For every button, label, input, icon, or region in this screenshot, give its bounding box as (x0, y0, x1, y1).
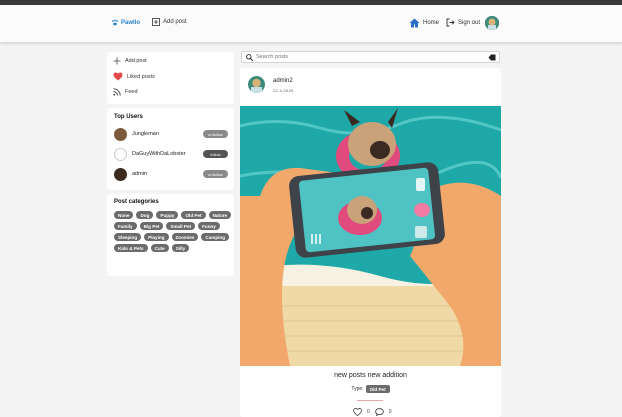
logo[interactable]: Pawllo (111, 19, 140, 27)
user-name[interactable]: admin (132, 171, 147, 177)
rss-icon (113, 88, 121, 96)
sidebar-item-add-post[interactable]: Add post (113, 57, 147, 65)
nav-home-label: Home (423, 20, 440, 26)
sidebar-menu: Add post Liked posts Feed (107, 52, 234, 104)
sidebar-item-liked-posts[interactable]: Liked posts (113, 72, 155, 81)
user-avatar[interactable] (485, 16, 499, 30)
category-tag[interactable]: Small Pet (166, 222, 196, 230)
logo-text: Pawllo (121, 20, 141, 26)
post-image (240, 106, 501, 366)
post-author-avatar[interactable] (248, 76, 265, 93)
user-name[interactable]: DaGuyWithDaLobster (132, 151, 186, 157)
category-tag[interactable]: Playing (144, 233, 169, 241)
nav-home[interactable]: Home (409, 18, 439, 28)
sidebar-item-label: Feed (125, 89, 138, 95)
nav-sign-out-label: Sign out (458, 19, 481, 26)
paw-icon (112, 19, 118, 26)
category-tag[interactable]: Camping (201, 233, 230, 241)
categories-panel: Post categories None Dog Puppy Old Pet Natur… (107, 194, 234, 276)
sidebar-item-label: Add post (125, 58, 147, 64)
avatar-image (248, 76, 265, 93)
nav-add-post-label: Add post (163, 19, 187, 25)
user-name[interactable]: Jungleman (132, 131, 159, 137)
comment-icon[interactable] (374, 408, 384, 416)
post-divider (357, 400, 383, 401)
sidebar-item-feed[interactable]: Feed (113, 88, 138, 96)
follow-button[interactable]: follow (203, 150, 228, 158)
sign-out-icon (446, 18, 455, 27)
heart-icon (113, 72, 123, 81)
category-tag[interactable]: Kids & Pets (114, 244, 148, 252)
post-author[interactable]: admin2 (273, 78, 293, 84)
categories-title: Post categories (114, 199, 159, 205)
category-tag[interactable]: Dog (136, 211, 154, 219)
category-tag[interactable]: None (114, 211, 134, 219)
sidebar-item-label: Liked posts (127, 73, 155, 80)
category-tag[interactable]: Silly (171, 244, 190, 252)
category-tag[interactable]: Old Pet (181, 211, 206, 219)
plus-icon (113, 57, 121, 65)
avatar[interactable] (114, 167, 127, 181)
post-date: 22.4.2020 (273, 88, 294, 93)
category-tag[interactable]: Cute (150, 244, 169, 252)
search-icon (246, 53, 253, 61)
like-icon[interactable] (353, 408, 362, 416)
post-type: Type: Old Pet (240, 385, 501, 393)
nav-sign-out[interactable]: Sign out (446, 18, 480, 27)
category-tag[interactable]: Nature (208, 211, 232, 219)
like-count: 0 (367, 409, 370, 415)
avatar-image (485, 16, 499, 30)
category-tag[interactable]: Sleeping (114, 233, 142, 241)
navbar: Pawllo Add post Home Sign out (0, 5, 622, 43)
category-tags: None Dog Puppy Old Pet Nature Family Big Pet Sm… (114, 211, 232, 252)
search-input[interactable] (256, 54, 476, 60)
home-icon (409, 18, 420, 28)
top-user-row: Jungleman unfollow (114, 127, 228, 141)
add-box-icon (152, 18, 160, 26)
avatar[interactable] (114, 127, 127, 141)
unfollow-button[interactable]: unfollow (203, 130, 228, 138)
top-users-panel: Top Users Jungleman unfollow DaGuyWithDa… (107, 108, 234, 190)
category-tag[interactable]: Zoomies (171, 233, 199, 241)
post-type-tag[interactable]: Old Pet (365, 385, 390, 393)
comment-count: 0 (388, 409, 392, 415)
post-actions: 0 0 (353, 408, 392, 416)
top-user-row: admin unfollow (114, 167, 228, 181)
category-tag[interactable]: Big Pet (139, 222, 164, 230)
post-type-label: Type: (351, 386, 364, 392)
top-users-title: Top Users (114, 114, 143, 120)
top-user-row: DaGuyWithDaLobster follow (114, 147, 228, 161)
post-card: admin2 22.4.2020 new posts new addition … (240, 68, 501, 417)
post-title: new posts new addition (334, 372, 407, 379)
clear-icon[interactable] (488, 54, 496, 61)
category-tag[interactable]: Puppy (156, 211, 179, 219)
unfollow-button[interactable]: unfollow (203, 170, 228, 178)
avatar[interactable] (114, 147, 127, 161)
category-tag[interactable]: Funny (198, 222, 220, 230)
category-tag[interactable]: Family (114, 222, 137, 230)
search-bar (241, 51, 500, 63)
nav-add-post[interactable]: Add post (152, 18, 187, 26)
